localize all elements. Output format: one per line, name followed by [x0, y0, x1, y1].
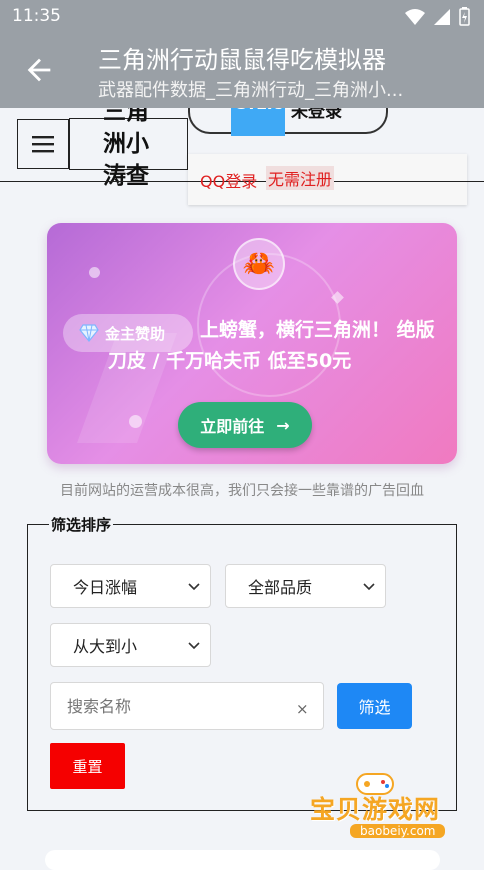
ad-note: 目前网站的运营成本很高，我们只会接一些靠谱的广告回血 [60, 483, 424, 499]
back-arrow-icon-overlay[interactable] [22, 53, 56, 87]
order-select-value: 从大到小 [73, 637, 138, 656]
diamond-icon [79, 324, 99, 342]
sponsor-badge: 金主赞助 [63, 314, 193, 352]
search-input[interactable] [50, 682, 324, 730]
quality-select[interactable]: 全部品质 [225, 564, 386, 608]
chevron-down-icon [188, 583, 200, 591]
bottom-card [45, 850, 440, 870]
chevron-down-icon [363, 583, 375, 591]
go-now-button[interactable]: 立即前往 → [178, 402, 312, 448]
status-icons [405, 7, 470, 26]
banner-dot [89, 267, 100, 278]
status-time: 11:35 [12, 6, 61, 26]
banner-dot [129, 415, 142, 428]
hamburger-menu-button[interactable] [17, 119, 69, 169]
go-now-label: 立即前往 [200, 417, 265, 436]
sort-select[interactable]: 今日涨幅 [50, 564, 211, 608]
sponsor-label: 金主赞助 [105, 324, 166, 343]
order-select[interactable]: 从大到小 [50, 623, 211, 667]
qq-login-link[interactable]: QQ登录 [200, 168, 257, 192]
app-subtitle-overlay: 武器配件数据_三角洲行动_三角洲小... [98, 80, 404, 101]
hamburger-icon [32, 136, 54, 153]
watermark-name: 宝贝游戏网 [310, 795, 441, 824]
reset-button[interactable]: 重置 [50, 743, 125, 789]
quality-select-value: 全部品质 [248, 578, 313, 597]
clear-search-icon[interactable]: × [296, 700, 309, 718]
filter-button[interactable]: 筛选 [337, 683, 412, 729]
site-title[interactable]: 三角洲小涛查 [103, 96, 163, 192]
filter-legend: 筛选排序 [49, 514, 114, 535]
battery-icon [459, 7, 470, 26]
watermark-url: baobeiy.com [350, 824, 446, 838]
app-title-overlay: 三角洲行动鼠鼠得吃模拟器 [98, 46, 386, 74]
signal-icon [434, 8, 450, 25]
chevron-down-icon [188, 642, 200, 650]
no-register-link[interactable]: 无需注册 [266, 166, 335, 190]
wifi-icon [405, 8, 425, 25]
sort-select-value: 今日涨幅 [73, 578, 138, 597]
crab-icon: 🦀 [233, 238, 285, 290]
arrow-right-icon: → [276, 415, 290, 435]
